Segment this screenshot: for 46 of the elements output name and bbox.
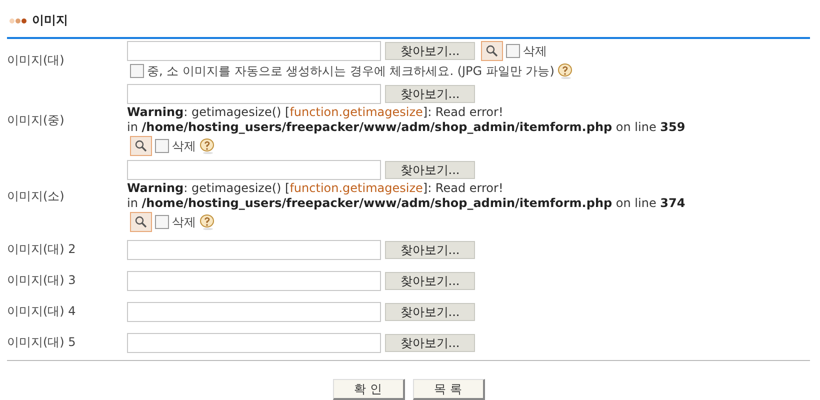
search-icon (135, 140, 147, 152)
search-icon (486, 45, 498, 57)
file-field[interactable] (127, 270, 381, 290)
file-field[interactable] (127, 302, 381, 322)
checkbox[interactable] (506, 44, 520, 58)
preview-button[interactable] (481, 41, 503, 61)
browse-button[interactable]: 찾아보기... (385, 85, 475, 103)
file-field[interactable] (127, 240, 381, 260)
browse-button[interactable]: 찾아보기... (385, 42, 475, 60)
checkbox[interactable] (155, 139, 169, 153)
file-field[interactable] (127, 41, 381, 61)
browse-button[interactable]: 찾아보기... (385, 302, 475, 320)
function-link[interactable]: function.getimagesize (290, 105, 423, 119)
field-label: 이미지(소) (7, 188, 66, 204)
field-label: 이미지(대) 3 (7, 272, 77, 289)
file-field[interactable] (127, 332, 381, 352)
action-button[interactable]: 확 인 (332, 379, 404, 400)
checkbox-label: 삭제 (172, 138, 196, 154)
help-icon[interactable] (557, 63, 574, 79)
field-label: 이미지(대) 2 (7, 241, 77, 258)
browse-button[interactable]: 찾아보기... (385, 272, 475, 290)
help-icon[interactable] (199, 138, 215, 154)
warning-message: Warning: getimagesize() [function.getimagesize]: Read error! in /home/hosting_users/freepacker/www/adm/shop_admin/itemform.php on line 359 (127, 105, 686, 135)
checkbox-label: 중, 소 이미지를 자동으로 생성하시는 경우에 체크하세요. (JPG 파일만 가능) (147, 62, 554, 80)
function-link[interactable]: function.getimagesize (290, 181, 423, 195)
warning-message: Warning: getimagesize() [function.getimagesize]: Read error! in /home/hosting_users/freepacker/www/adm/shop_admin/itemform.php on line 374 (127, 181, 686, 211)
preview-button[interactable] (130, 212, 152, 232)
checkbox[interactable] (155, 215, 169, 229)
browse-button[interactable]: 찾아보기... (385, 334, 475, 352)
field-label: 이미지(대) (7, 52, 66, 69)
checkbox[interactable] (130, 64, 144, 78)
checkbox-label: 삭제 (172, 214, 196, 230)
checkbox-label: 삭제 (523, 42, 547, 60)
section-title: 이미지 (32, 12, 68, 29)
help-icon[interactable] (199, 214, 215, 230)
search-icon (135, 216, 147, 228)
preview-button[interactable] (130, 136, 152, 156)
browse-button[interactable]: 찾아보기... (385, 240, 475, 258)
field-label: 이미지(대) 5 (7, 334, 77, 351)
field-label: 이미지(대) 4 (7, 303, 77, 320)
browse-button[interactable]: 찾아보기... (385, 161, 475, 179)
dots-icon (9, 18, 27, 24)
action-button[interactable]: 목 록 (412, 379, 484, 400)
field-label: 이미지(중) (7, 112, 66, 128)
file-field[interactable] (127, 160, 381, 180)
file-field[interactable] (127, 84, 381, 104)
